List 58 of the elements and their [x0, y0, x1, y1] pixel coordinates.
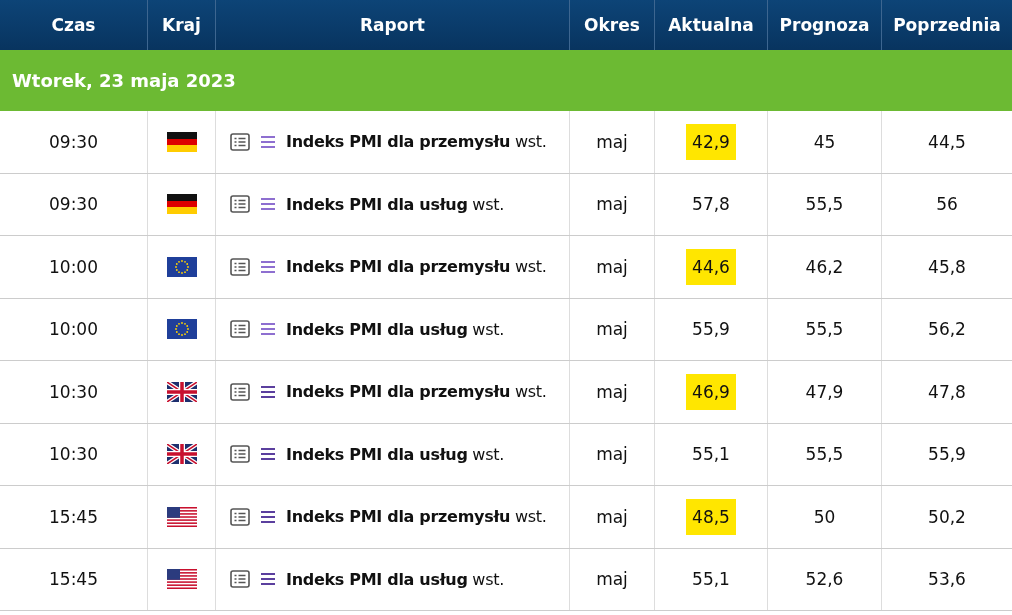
column-header: Poprzednia: [892, 14, 1002, 37]
forecast-value: 46,2: [805, 256, 844, 277]
period-text: maj: [596, 444, 628, 465]
forecast-value: 52,6: [805, 569, 844, 590]
actual-value: 55,9: [691, 318, 731, 342]
time-text: 09:30: [49, 131, 98, 152]
list-document-icon[interactable]: [230, 507, 250, 526]
report-title[interactable]: Indeks PMI dla usług wst.: [286, 444, 504, 464]
actual-value: 57,8: [691, 193, 731, 217]
list-document-icon[interactable]: [230, 382, 250, 401]
previous-value: 55,9: [928, 444, 966, 465]
previous-value: 44,5: [928, 131, 966, 152]
report-title[interactable]: Indeks PMI dla przemysłu wst.: [286, 382, 547, 402]
previous-value: 45,8: [928, 256, 966, 277]
previous-value: 53,6: [928, 569, 966, 590]
time-text: 10:30: [49, 444, 98, 465]
list-document-icon[interactable]: [230, 570, 250, 589]
list-document-icon[interactable]: [230, 445, 250, 464]
forecast-value: 50: [813, 506, 836, 527]
forecast-value: 45: [813, 131, 836, 152]
list-document-icon[interactable]: [230, 195, 250, 214]
previous-value: 47,8: [928, 381, 966, 402]
previous-value: 50,2: [928, 506, 966, 527]
previous-value: 56,2: [928, 319, 966, 340]
period-text: maj: [596, 569, 628, 590]
time-text: 15:45: [49, 569, 98, 590]
period-text: maj: [596, 506, 628, 527]
forecast-value: 55,5: [805, 319, 844, 340]
time-text: 09:30: [49, 194, 98, 215]
time-text: 10:00: [49, 256, 98, 277]
list-document-icon[interactable]: [230, 257, 250, 276]
period-text: maj: [596, 381, 628, 402]
report-title[interactable]: Indeks PMI dla przemysłu wst.: [286, 507, 547, 527]
forecast-value: 55,5: [805, 194, 844, 215]
time-text: 15:45: [49, 506, 98, 527]
list-document-icon[interactable]: [230, 132, 250, 151]
period-text: maj: [596, 131, 628, 152]
actual-value: 44,6: [686, 248, 736, 285]
actual-value: 55,1: [691, 443, 731, 467]
forecast-value: 47,9: [805, 381, 844, 402]
actual-value: 55,1: [691, 568, 731, 592]
actual-value: 48,5: [686, 498, 736, 535]
time-text: 10:00: [49, 319, 98, 340]
previous-value: 56: [936, 194, 958, 215]
actual-value: 42,9: [686, 123, 736, 160]
list-document-icon[interactable]: [230, 320, 250, 339]
period-text: maj: [596, 194, 628, 215]
report-title[interactable]: Indeks PMI dla przemysłu wst.: [286, 257, 547, 277]
period-text: maj: [596, 319, 628, 340]
report-title[interactable]: Indeks PMI dla przemysłu wst.: [286, 132, 547, 152]
time-text: 10:30: [49, 381, 98, 402]
report-title[interactable]: Indeks PMI dla usług wst.: [286, 319, 504, 339]
date-label: Wtorek, 23 maja 2023: [12, 70, 236, 91]
report-title[interactable]: Indeks PMI dla usług wst.: [286, 194, 504, 214]
period-text: maj: [596, 256, 628, 277]
actual-value: 46,9: [686, 373, 736, 410]
report-title[interactable]: Indeks PMI dla usług wst.: [286, 569, 504, 589]
forecast-value: 55,5: [805, 444, 844, 465]
